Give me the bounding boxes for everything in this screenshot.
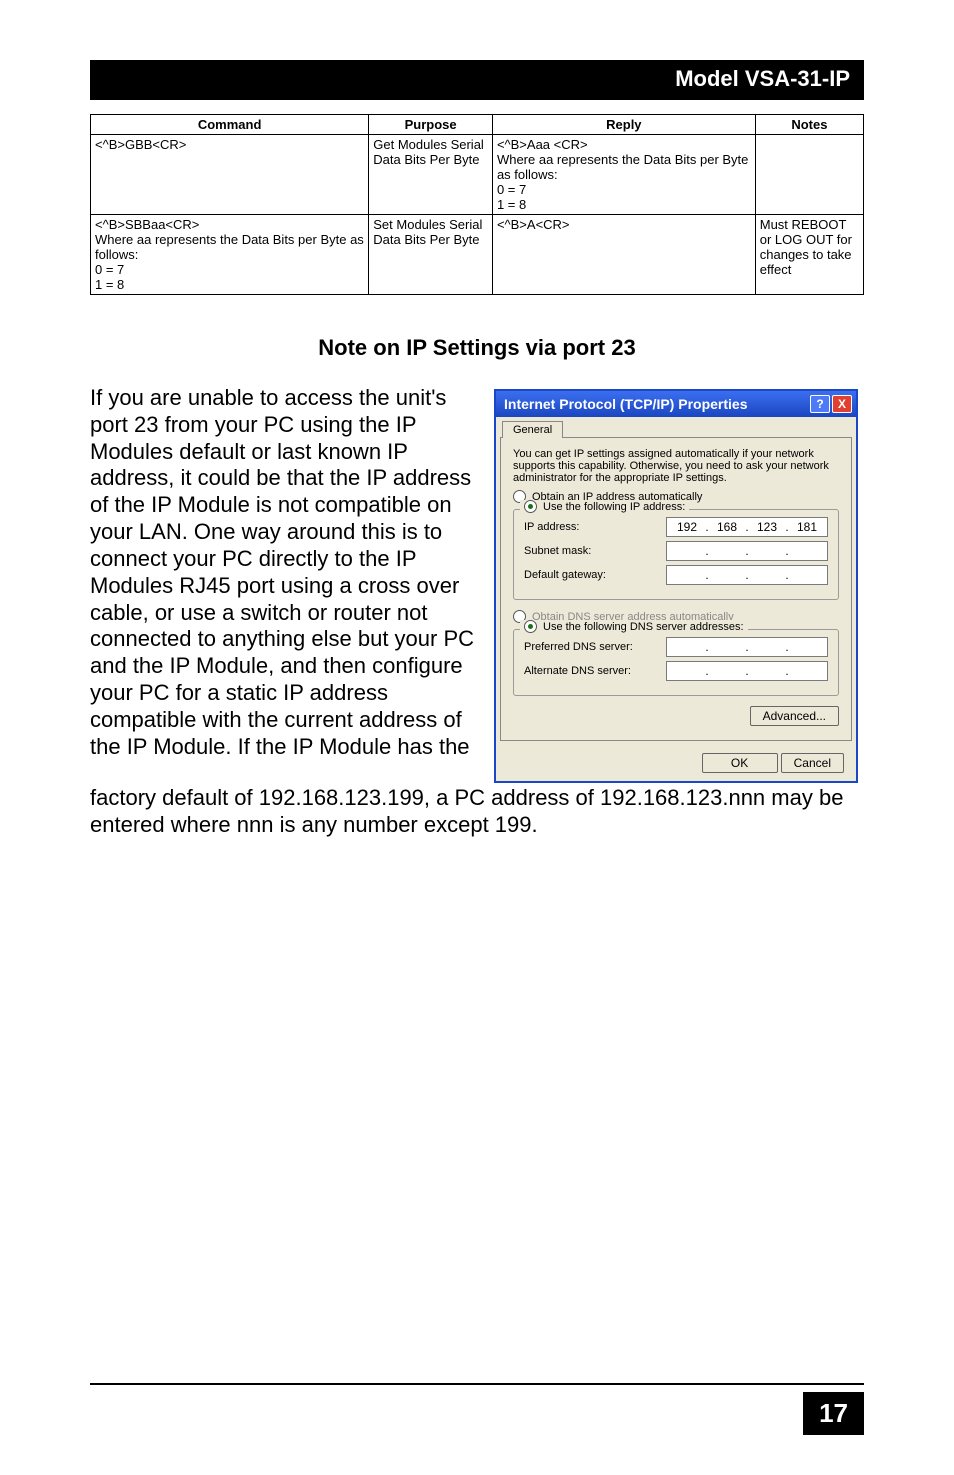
content-row: If you are unable to access the unit's p…	[90, 385, 864, 783]
ip-octet: 181	[789, 520, 825, 534]
ip-octet: 123	[749, 520, 785, 534]
pref-dns-input[interactable]: ...	[666, 637, 828, 657]
tcpip-dialog: Internet Protocol (TCP/IP) Properties ? …	[494, 389, 858, 783]
subnet-label: Subnet mask:	[524, 545, 660, 557]
cell-command: <^B>GBB<CR>	[91, 135, 369, 215]
dialog-container: Internet Protocol (TCP/IP) Properties ? …	[494, 385, 864, 783]
dialog-intro: You can get IP settings assigned automat…	[513, 448, 839, 484]
ok-button[interactable]: OK	[702, 753, 778, 773]
ip-address-row: IP address: 192. 168. 123. 181	[524, 517, 828, 537]
cell-purpose: Set Modules Serial Data Bits Per Byte	[369, 215, 493, 295]
table-row: <^B>SBBaa<CR> Where aa represents the Da…	[91, 215, 864, 295]
radio-use-ip[interactable]: Use the following IP address:	[520, 500, 689, 513]
th-command: Command	[91, 115, 369, 135]
cancel-button[interactable]: Cancel	[781, 753, 844, 773]
dns-fieldset: Use the following DNS server addresses: …	[513, 629, 839, 696]
gateway-input[interactable]: ...	[666, 565, 828, 585]
radio-label: Use the following DNS server addresses:	[543, 621, 744, 633]
dialog-title: Internet Protocol (TCP/IP) Properties	[504, 396, 747, 412]
ip-address-label: IP address:	[524, 521, 660, 533]
page: Model VSA-31-IP Command Purpose Reply No…	[0, 0, 954, 1475]
cell-reply: <^B>A<CR>	[492, 215, 755, 295]
pref-dns-label: Preferred DNS server:	[524, 641, 660, 653]
advanced-button[interactable]: Advanced...	[750, 706, 839, 726]
cell-notes	[755, 135, 863, 215]
ip-octet: 192	[669, 520, 705, 534]
cell-reply: <^B>Aaa <CR> Where aa represents the Dat…	[492, 135, 755, 215]
dialog-titlebar: Internet Protocol (TCP/IP) Properties ? …	[496, 391, 856, 417]
close-icon[interactable]: X	[832, 395, 852, 413]
pref-dns-row: Preferred DNS server: ...	[524, 637, 828, 657]
th-notes: Notes	[755, 115, 863, 135]
cell-command: <^B>SBBaa<CR> Where aa represents the Da…	[91, 215, 369, 295]
table-header-row: Command Purpose Reply Notes	[91, 115, 864, 135]
th-purpose: Purpose	[369, 115, 493, 135]
ip-fieldset: Use the following IP address: IP address…	[513, 509, 839, 600]
ip-octet: 168	[709, 520, 745, 534]
help-icon[interactable]: ?	[810, 395, 830, 413]
gateway-label: Default gateway:	[524, 569, 660, 581]
tab-general[interactable]: General	[502, 421, 563, 438]
radio-label: Use the following IP address:	[543, 501, 685, 513]
subnet-input[interactable]: ...	[666, 541, 828, 561]
body-below: factory default of 192.168.123.199, a PC…	[90, 785, 864, 839]
page-number: 17	[803, 1392, 864, 1435]
table-row: <^B>GBB<CR> Get Modules Serial Data Bits…	[91, 135, 864, 215]
dialog-bottom-buttons: OK Cancel	[496, 745, 856, 781]
cell-notes: Must REBOOT or LOG OUT for changes to ta…	[755, 215, 863, 295]
cell-purpose: Get Modules Serial Data Bits Per Byte	[369, 135, 493, 215]
th-reply: Reply	[492, 115, 755, 135]
ip-address-input[interactable]: 192. 168. 123. 181	[666, 517, 828, 537]
footer-rule	[90, 1383, 864, 1385]
model-label: Model VSA-31-IP	[675, 66, 850, 91]
advanced-row: Advanced...	[513, 706, 839, 726]
radio-use-dns[interactable]: Use the following DNS server addresses:	[520, 620, 748, 633]
section-heading: Note on IP Settings via port 23	[90, 335, 864, 361]
body-left: If you are unable to access the unit's p…	[90, 385, 478, 783]
gateway-row: Default gateway: ...	[524, 565, 828, 585]
header-bar: Model VSA-31-IP	[90, 60, 864, 100]
radio-icon	[524, 620, 537, 633]
tab-strip: General	[496, 417, 856, 438]
titlebar-buttons: ? X	[810, 395, 852, 413]
alt-dns-row: Alternate DNS server: ...	[524, 661, 828, 681]
alt-dns-input[interactable]: ...	[666, 661, 828, 681]
subnet-row: Subnet mask: ...	[524, 541, 828, 561]
tab-panel: You can get IP settings assigned automat…	[500, 437, 852, 741]
alt-dns-label: Alternate DNS server:	[524, 665, 660, 677]
radio-icon	[524, 500, 537, 513]
command-table: Command Purpose Reply Notes <^B>GBB<CR> …	[90, 114, 864, 295]
